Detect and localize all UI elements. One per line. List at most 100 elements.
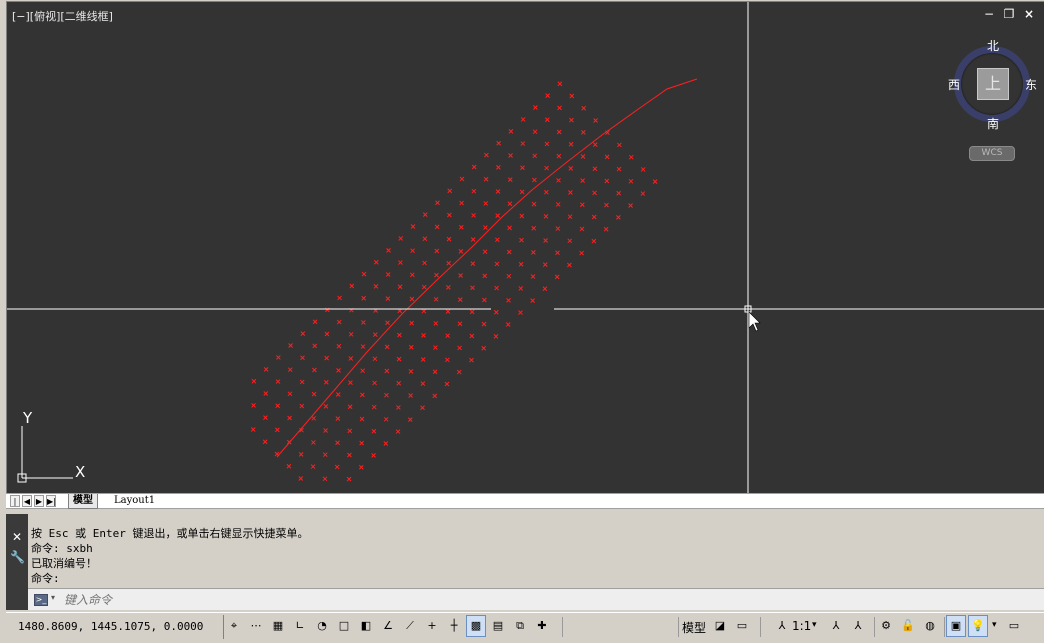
snap-mode-icon[interactable]: ⋯ — [246, 615, 266, 637]
viewport-controls-label[interactable]: [−][俯视][二维线框] — [12, 8, 113, 24]
survey-point — [459, 176, 465, 182]
drawing-canvas[interactable]: X Y — [7, 2, 1044, 493]
clean-screen-icon[interactable]: ▭ — [1004, 615, 1024, 637]
tab-prev-button[interactable]: ◀ — [22, 495, 32, 507]
survey-point — [519, 189, 525, 195]
3d-osnap-icon[interactable]: ◧ — [356, 615, 376, 637]
command-input[interactable] — [64, 591, 1034, 609]
command-line-window: ✕ 🔧 按 Esc 或 Enter 键退出，或单击右键显示快捷菜单。 命令: s… — [6, 510, 1044, 611]
survey-point — [444, 381, 450, 387]
tab-next-button[interactable]: ▶ — [34, 495, 44, 507]
survey-point — [447, 212, 452, 218]
mouse-cursor-icon — [748, 311, 761, 332]
chevron-down-icon[interactable]: ▾ — [51, 593, 55, 602]
object-snap-tracking-icon[interactable]: ∠ — [378, 615, 398, 637]
survey-point — [287, 391, 293, 397]
ortho-mode-icon[interactable]: ∟ — [290, 615, 310, 637]
survey-point — [409, 272, 415, 278]
tab-layout1[interactable]: Layout1 — [110, 494, 159, 509]
wrench-icon[interactable]: 🔧 — [10, 550, 25, 564]
annotation-scale-value[interactable]: 1:1 — [792, 619, 811, 633]
survey-point — [592, 166, 598, 172]
annotation-scale-icon[interactable]: ⅄ — [772, 615, 792, 637]
grid-display-icon[interactable]: ▦ — [268, 615, 288, 637]
survey-point — [520, 165, 525, 171]
survey-point — [361, 271, 367, 277]
drawing-viewport[interactable]: X Y [−][俯视][二维线框] − ❐ × 上 北 南 东 西 WCS — [6, 1, 1044, 493]
tab-model[interactable]: 模型 — [68, 494, 98, 509]
lock-icon[interactable]: 🔓 — [898, 615, 918, 637]
survey-point — [286, 463, 292, 469]
workspace-gear-icon[interactable]: ⚙ — [876, 615, 896, 637]
selection-cycling-icon[interactable]: ⧉ — [510, 615, 530, 637]
wcs-menu-button[interactable]: WCS — [969, 146, 1015, 161]
survey-point — [567, 214, 573, 220]
survey-point — [251, 403, 256, 408]
object-snap-icon[interactable]: □ — [334, 615, 354, 637]
polar-tracking-icon[interactable]: ◔ — [312, 615, 332, 637]
survey-point — [494, 285, 499, 291]
chevron-down-icon[interactable]: ▾ — [812, 620, 817, 630]
survey-point — [494, 261, 500, 267]
compass-south[interactable]: 南 — [987, 115, 999, 132]
survey-point — [397, 332, 402, 338]
survey-point — [359, 440, 365, 446]
viewcube-top-face[interactable]: 上 — [977, 68, 1009, 100]
survey-point — [432, 393, 438, 399]
transparency-icon[interactable]: ▩ — [466, 615, 486, 637]
survey-point — [556, 177, 561, 183]
survey-point — [421, 284, 427, 290]
survey-point — [507, 225, 512, 231]
survey-point — [262, 439, 268, 445]
survey-point — [287, 367, 293, 373]
survey-point — [359, 416, 365, 422]
annotation-monitor-icon[interactable]: ✚ — [532, 615, 552, 637]
survey-point — [434, 224, 440, 230]
viewport-minimize-button[interactable]: − — [983, 7, 995, 21]
survey-point — [568, 141, 574, 147]
isolate-objects-icon[interactable]: ▣ — [946, 615, 966, 637]
compass-west[interactable]: 西 — [948, 76, 960, 93]
command-input-row: >_ ▾ — [28, 588, 1044, 610]
survey-point — [457, 297, 463, 302]
quick-properties-icon[interactable]: ▤ — [488, 615, 508, 637]
tab-first-button[interactable]: |◀ — [10, 495, 20, 518]
dynamic-ucs-icon[interactable]: ⟋ — [400, 615, 420, 637]
viewcube[interactable]: 上 北 南 东 西 WCS — [939, 36, 1039, 166]
viewport-close-button[interactable]: × — [1023, 7, 1035, 21]
close-icon[interactable]: ✕ — [10, 530, 24, 544]
hardware-acceleration-icon[interactable]: ◍ — [920, 615, 940, 637]
viewport-restore-button[interactable]: ❐ — [1003, 7, 1015, 21]
infer-constraints-icon[interactable]: ⌖ — [224, 615, 244, 637]
dynamic-input-icon[interactable]: + — [422, 615, 442, 637]
survey-point — [337, 295, 342, 301]
quick-view-drawings-icon[interactable]: ▭ — [732, 615, 752, 637]
command-line-handle[interactable]: ✕ 🔧 — [6, 514, 28, 610]
auto-scale-icon[interactable]: ⅄ — [848, 615, 868, 637]
survey-point — [434, 272, 439, 278]
survey-point — [445, 333, 451, 339]
status-separator — [944, 617, 945, 637]
survey-point — [347, 428, 353, 434]
compass-north[interactable]: 北 — [987, 37, 999, 54]
lightbulb-icon[interactable]: 💡 — [968, 615, 988, 637]
model-space-button[interactable]: 模型 — [682, 619, 706, 636]
survey-point — [556, 153, 562, 159]
coordinate-readout[interactable]: 1480.8609, 1445.1075, 0.0000 — [6, 615, 224, 639]
survey-point — [543, 189, 549, 195]
survey-point — [358, 464, 364, 470]
quick-view-layouts-icon[interactable]: ◪ — [710, 615, 730, 637]
survey-point — [433, 345, 438, 350]
survey-point — [579, 250, 584, 256]
tab-last-button[interactable]: ▶| — [46, 495, 56, 507]
survey-point — [568, 166, 574, 171]
survey-point — [518, 261, 524, 267]
chevron-down-icon[interactable]: ▾ — [992, 620, 997, 630]
annotation-visibility-icon[interactable]: ⅄ — [826, 615, 846, 637]
survey-point — [336, 319, 342, 325]
survey-point — [652, 179, 658, 185]
command-prompt-icon[interactable]: >_ — [34, 594, 48, 606]
survey-point — [275, 403, 281, 409]
lineweight-icon[interactable]: ┼ — [444, 615, 464, 637]
compass-east[interactable]: 东 — [1025, 76, 1037, 93]
